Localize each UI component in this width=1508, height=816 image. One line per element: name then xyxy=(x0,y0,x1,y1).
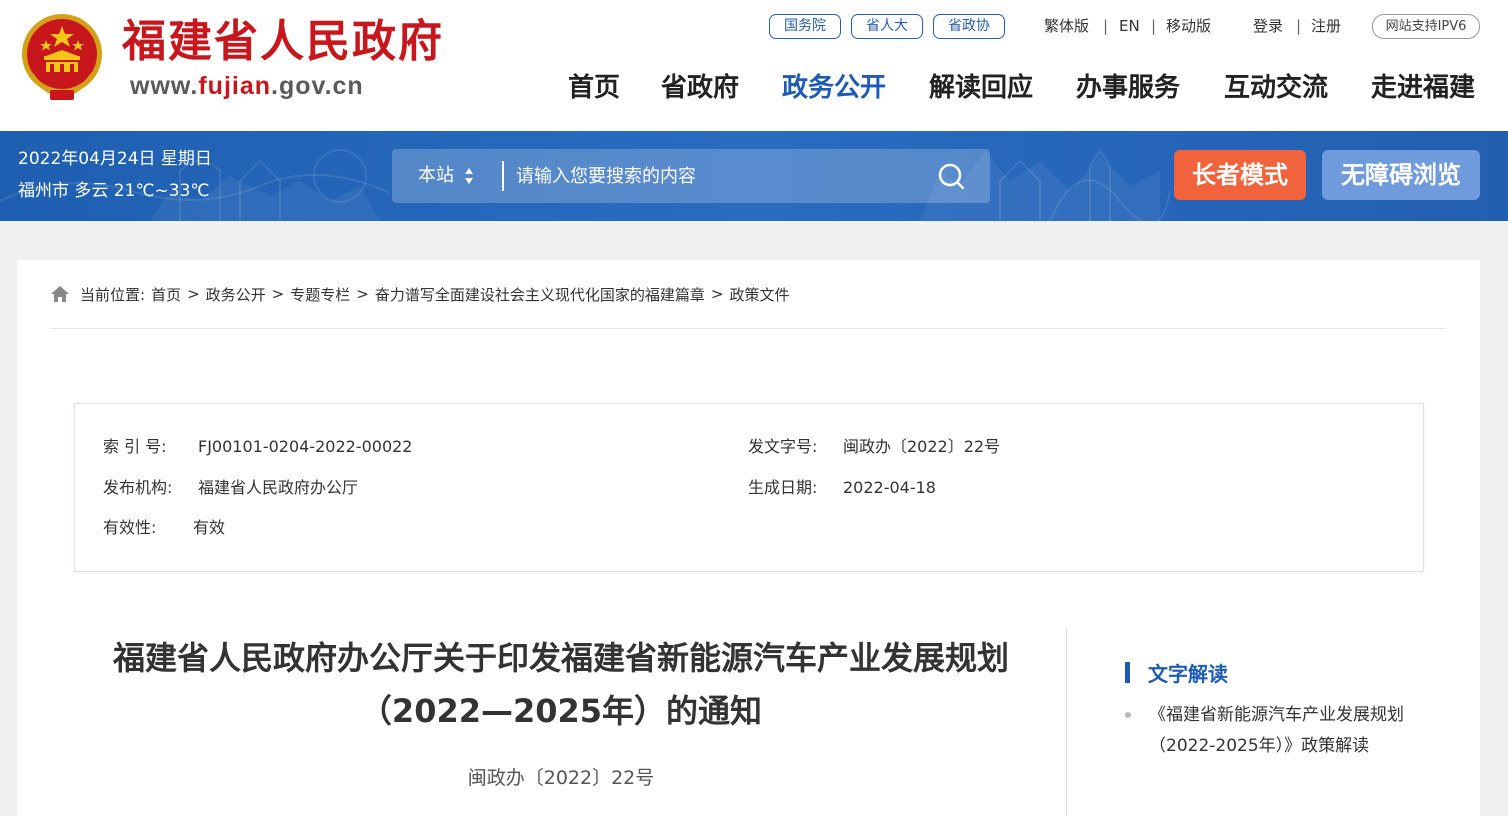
document-title-line2: （2022—2025年）的通知 xyxy=(359,692,763,730)
breadcrumb-arrow: > xyxy=(271,285,285,303)
doc-number-value: 闽政办〔2022〕22号 xyxy=(843,437,1001,456)
login-link[interactable]: 登录 xyxy=(1253,15,1283,37)
info-search-band: 2022年04月24日 星期日 福州市 多云 21℃~33℃ 本站 长者模式 无… xyxy=(0,131,1508,221)
search-scope-select[interactable]: 本站 xyxy=(392,149,502,203)
publisher-value: 福建省人民政府办公厅 xyxy=(198,478,359,497)
separator: | xyxy=(1296,17,1302,35)
policy-interpretation-link[interactable]: 《福建省新能源汽车产业发展规划（2022-2025年）》政策解读 xyxy=(1149,700,1439,762)
site-url-suffix: .gov.cn xyxy=(271,72,364,100)
nav-about-fujian[interactable]: 走进福建 xyxy=(1371,70,1475,106)
search-bar: 本站 xyxy=(392,149,990,203)
bullet-dot xyxy=(1125,712,1131,718)
breadcrumb-government-affairs[interactable]: 政务公开 xyxy=(206,284,266,305)
sidebar-heading: 文字解读 xyxy=(1125,660,1228,686)
breadcrumb-label: 当前位置: xyxy=(80,285,146,304)
search-scope-label: 本站 xyxy=(418,165,454,186)
nav-home[interactable]: 首页 xyxy=(568,70,620,106)
register-link[interactable]: 注册 xyxy=(1311,15,1341,37)
site-url-prefix: www. xyxy=(130,72,199,100)
breadcrumb-arrow: > xyxy=(710,285,724,303)
validity-label: 有效性: xyxy=(103,518,157,537)
ipv6-badge: 网站支持IPV6 xyxy=(1372,14,1480,39)
index-value: FJ00101-0204-2022-00022 xyxy=(198,437,413,456)
npc-link[interactable]: 省人大 xyxy=(851,14,923,39)
search-icon[interactable] xyxy=(932,159,972,193)
document-number: 闽政办〔2022〕22号 xyxy=(467,767,655,789)
breadcrumb-divider xyxy=(50,328,1446,329)
separator: | xyxy=(1151,17,1157,35)
document-title-line1: 福建省人民政府办公厅关于印发福建省新能源汽车产业发展规划 xyxy=(112,639,1009,677)
main-content: 当前位置: 首页 > 政务公开 > 专题专栏 > 奋力谱写全面建设社会主义现代化… xyxy=(17,260,1480,816)
breadcrumb-home[interactable]: 首页 xyxy=(151,284,181,305)
document-metadata-box: 索 引 号: FJ00101-0204-2022-00022 发文字号: 闽政办… xyxy=(74,403,1424,572)
breadcrumb-topic[interactable]: 奋力谱写全面建设社会主义现代化国家的福建篇章 xyxy=(375,284,705,305)
separator: | xyxy=(1103,17,1109,35)
column-divider xyxy=(1066,628,1067,816)
search-input[interactable] xyxy=(516,149,916,203)
cppcc-link[interactable]: 省政协 xyxy=(933,14,1005,39)
creation-date-label: 生成日期: xyxy=(748,478,818,497)
site-title[interactable]: 福建省人民政府 xyxy=(122,16,444,68)
home-icon xyxy=(51,286,69,302)
mobile-link[interactable]: 移动版 xyxy=(1166,15,1211,37)
heading-accent-bar xyxy=(1125,661,1130,683)
elder-mode-button[interactable]: 长者模式 xyxy=(1174,150,1306,200)
breadcrumb-policy-documents[interactable]: 政策文件 xyxy=(729,284,789,305)
creation-date-value: 2022-04-18 xyxy=(843,478,936,497)
index-label: 索 引 号: xyxy=(103,437,167,456)
state-council-link[interactable]: 国务院 xyxy=(769,14,841,39)
site-url[interactable]: www.fujian.gov.cn xyxy=(130,72,364,101)
nav-provincial-government[interactable]: 省政府 xyxy=(661,70,739,106)
publisher-label: 发布机构: xyxy=(103,478,173,497)
traditional-chinese-link[interactable]: 繁体版 xyxy=(1044,15,1089,37)
breadcrumb-arrow: > xyxy=(187,285,200,303)
site-header: 福建省人民政府 www.fujian.gov.cn 国务院 省人大 省政协 繁体… xyxy=(0,0,1508,131)
document-title: 福建省人民政府办公厅关于印发福建省新能源汽车产业发展规划 （2022—2025年… xyxy=(77,632,1045,738)
nav-services[interactable]: 办事服务 xyxy=(1076,70,1180,106)
nav-interaction[interactable]: 互动交流 xyxy=(1224,70,1328,106)
nav-interpretation[interactable]: 解读回应 xyxy=(929,70,1033,106)
doc-number-label: 发文字号: xyxy=(748,437,818,456)
search-divider xyxy=(502,161,504,191)
national-emblem-icon[interactable] xyxy=(20,12,104,102)
sort-arrows-icon xyxy=(465,168,473,184)
weather-info: 福州市 多云 21℃~33℃ xyxy=(18,181,210,201)
nav-government-affairs[interactable]: 政务公开 xyxy=(782,70,886,106)
breadcrumb-special-topics[interactable]: 专题专栏 xyxy=(290,284,350,305)
validity-value: 有效 xyxy=(193,518,226,537)
breadcrumb: 当前位置: 首页 > 政务公开 > 专题专栏 > 奋力谱写全面建设社会主义现代化… xyxy=(50,282,789,306)
sidebar-heading-text: 文字解读 xyxy=(1148,661,1228,686)
current-date: 2022年04月24日 星期日 xyxy=(18,149,212,169)
breadcrumb-arrow: > xyxy=(356,285,369,303)
site-url-highlight: fujian xyxy=(198,72,272,100)
accessibility-button[interactable]: 无障碍浏览 xyxy=(1322,150,1480,200)
english-link[interactable]: EN xyxy=(1119,15,1140,37)
